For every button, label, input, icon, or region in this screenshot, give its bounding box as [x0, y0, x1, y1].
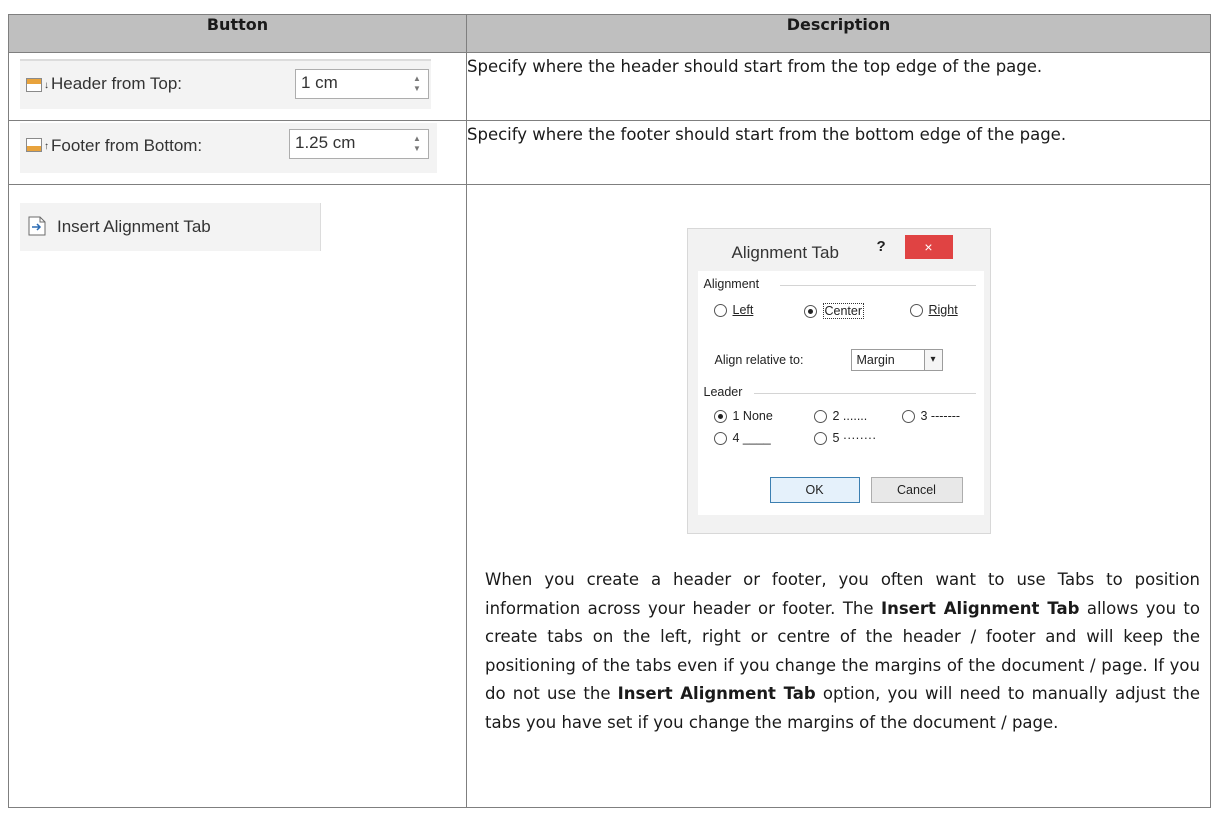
leader-5-radio[interactable]: 5 ········: [813, 431, 877, 445]
footer-from-bottom-input[interactable]: 1.25 cm ▲ ▼: [289, 129, 429, 159]
leader-3-radio[interactable]: 3 -------: [901, 409, 961, 423]
table-row: ↑ Footer from Bottom: 1.25 cm ▲ ▼ Specify…: [8, 120, 1211, 185]
align-left-radio[interactable]: Left: [713, 303, 754, 317]
leader-3-label: 3 -------: [920, 409, 961, 423]
align-left-label: Left: [732, 303, 754, 317]
align-relative-label: Align relative to:: [714, 353, 804, 367]
leader-5-label: 5 ········: [832, 431, 877, 445]
button-description-table: Button Description ↓ Header from Top: 1 …: [8, 14, 1211, 808]
leader-1-radio[interactable]: 1 None: [713, 409, 773, 423]
footer-from-bottom-icon: ↑: [26, 138, 49, 152]
footer-from-bottom-value: 1.25 cm: [295, 133, 356, 152]
table-row: Insert Alignment Tab Alignment Tab ? × A…: [8, 184, 1211, 808]
leader-4-radio[interactable]: 4 ____: [713, 431, 771, 445]
align-right-label: Right: [928, 303, 958, 317]
dialog-panel: Alignment Left Center Right Align relati…: [697, 271, 984, 515]
spin-arrows-icon[interactable]: ▲ ▼: [412, 134, 422, 154]
table-header-row: Button Description: [8, 14, 1211, 53]
help-icon[interactable]: ?: [877, 238, 886, 255]
footer-from-bottom-label: Footer from Bottom:: [51, 136, 203, 155]
group-divider: [753, 393, 976, 394]
dialog-title: Alignment Tab: [731, 243, 839, 262]
header-from-top-control: ↓ Header from Top: 1 cm ▲ ▼: [20, 59, 431, 109]
header-from-top-value: 1 cm: [301, 73, 338, 92]
description-cell: Alignment Tab ? × Alignment Left Center: [466, 184, 1211, 808]
spin-arrows-icon[interactable]: ▲ ▼: [412, 74, 422, 94]
ok-button[interactable]: OK: [769, 477, 860, 503]
align-relative-select[interactable]: Margin ▾: [850, 349, 943, 371]
alignment-group-label: Alignment: [703, 277, 760, 291]
button-cell: Insert Alignment Tab: [8, 184, 467, 808]
radio-selected-icon: [713, 409, 727, 423]
radio-icon: [813, 431, 827, 445]
leader-4-label: 4 ____: [732, 431, 771, 445]
paragraph-bold: Insert Alignment Tab: [880, 598, 1080, 618]
column-header-button: Button: [8, 14, 467, 53]
align-center-radio[interactable]: Center: [803, 303, 865, 319]
footer-from-bottom-control: ↑ Footer from Bottom: 1.25 cm ▲ ▼: [20, 123, 437, 173]
header-from-top-input[interactable]: 1 cm ▲ ▼: [295, 69, 429, 99]
radio-selected-icon: [803, 304, 817, 318]
description-cell: Specify where the header should start fr…: [466, 52, 1211, 121]
leader-2-radio[interactable]: 2 .......: [813, 409, 868, 423]
radio-icon: [909, 303, 923, 317]
insert-alignment-tab-icon: [28, 216, 46, 236]
leader-2-label: 2 .......: [832, 409, 868, 423]
chevron-down-icon[interactable]: ▾: [923, 350, 942, 370]
radio-icon: [901, 409, 915, 423]
close-button[interactable]: ×: [904, 235, 953, 259]
description-cell: Specify where the footer should start fr…: [466, 120, 1211, 185]
group-divider: [779, 285, 976, 286]
insert-alignment-tab-control: Insert Alignment Tab: [20, 203, 321, 251]
radio-icon: [713, 303, 727, 317]
alignment-tab-dialog: Alignment Tab ? × Alignment Left Center: [686, 228, 991, 534]
insert-alignment-tab-label: Insert Alignment Tab: [57, 217, 211, 236]
table-row: ↓ Header from Top: 1 cm ▲ ▼ Specify where…: [8, 52, 1211, 121]
paragraph-bold: Insert Alignment Tab: [617, 684, 816, 703]
description-paragraph: When you create a header or footer, you …: [467, 566, 1210, 737]
header-from-top-icon: ↓: [26, 78, 49, 92]
leader-group-label: Leader: [703, 385, 743, 399]
cancel-button[interactable]: Cancel: [870, 477, 963, 503]
align-relative-value: Margin: [856, 353, 895, 367]
radio-icon: [813, 409, 827, 423]
button-cell: ↓ Header from Top: 1 cm ▲ ▼: [8, 52, 467, 121]
column-header-description: Description: [466, 14, 1211, 53]
align-center-label: Center: [822, 303, 865, 319]
header-from-top-label: Header from Top:: [51, 74, 183, 93]
align-right-radio[interactable]: Right: [909, 303, 958, 317]
button-cell: ↑ Footer from Bottom: 1.25 cm ▲ ▼: [8, 120, 467, 185]
leader-1-label: 1 None: [732, 409, 773, 423]
radio-icon: [713, 431, 727, 445]
